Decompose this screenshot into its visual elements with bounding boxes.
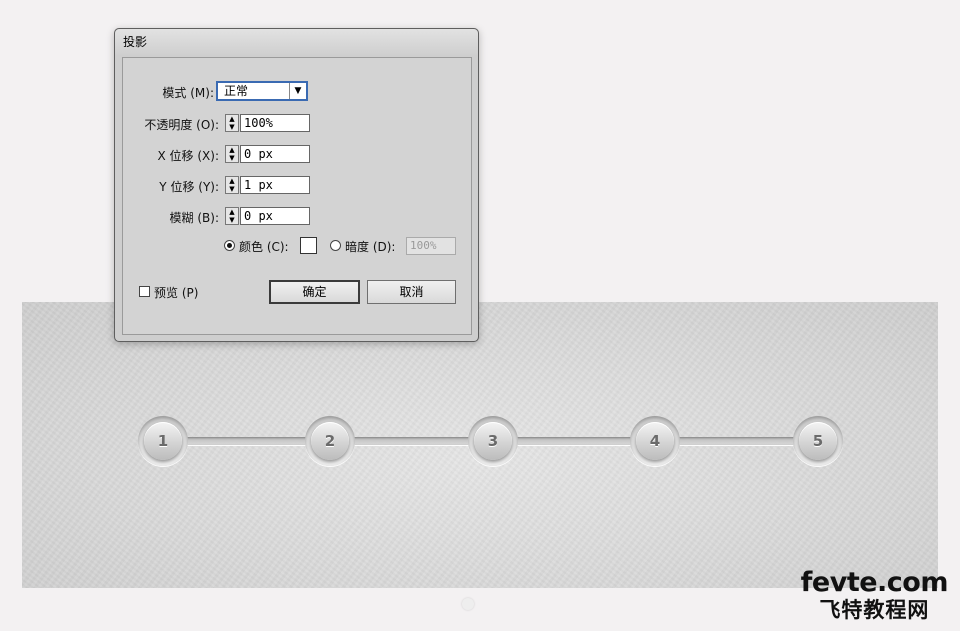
step-circle-2: 2 xyxy=(305,416,355,466)
y-offset-label: Y 位移 (Y): xyxy=(159,180,219,194)
preview-label: 预览 (P) xyxy=(154,286,199,300)
opacity-stepper-icon[interactable]: ▲ ▼ xyxy=(225,114,239,132)
step-number: 4 xyxy=(636,422,674,460)
y-offset-stepper-icon[interactable]: ▲ ▼ xyxy=(225,176,239,194)
watermark-url: fevte.com xyxy=(800,567,949,598)
mode-select[interactable]: 正常 ▼ xyxy=(216,81,308,101)
x-offset-label: X 位移 (X): xyxy=(157,149,219,163)
step-circle-1: 1 xyxy=(138,416,188,466)
darkness-input[interactable]: 100% xyxy=(406,237,456,255)
step-number: 3 xyxy=(474,422,512,460)
color-label: 颜色 (C): xyxy=(239,240,289,254)
step-circle-3: 3 xyxy=(468,416,518,466)
step-number: 1 xyxy=(144,422,182,460)
step-circle-5: 5 xyxy=(793,416,843,466)
cancel-button[interactable]: 取消 xyxy=(367,280,456,304)
color-radio[interactable] xyxy=(224,240,235,251)
watermark-logo: fevte.com 飞特教程网 xyxy=(800,567,949,623)
mode-label: 模式 (M): xyxy=(162,86,214,100)
step-circle-4: 4 xyxy=(630,416,680,466)
watermark-name: 飞特教程网 xyxy=(819,598,930,622)
opacity-input[interactable]: 100% xyxy=(240,114,310,132)
blur-label: 模糊 (B): xyxy=(169,211,219,225)
small-dot-marker xyxy=(462,598,474,610)
x-offset-stepper-icon[interactable]: ▲ ▼ xyxy=(225,145,239,163)
dialog-title: 投影 xyxy=(123,35,148,49)
chevron-down-icon[interactable]: ▼ xyxy=(289,83,306,99)
mode-select-value: 正常 xyxy=(224,84,249,98)
ok-button[interactable]: 确定 xyxy=(269,280,360,304)
opacity-label: 不透明度 (O): xyxy=(144,118,219,132)
blur-stepper-icon[interactable]: ▲ ▼ xyxy=(225,207,239,225)
dialog-titlebar[interactable]: 投影 xyxy=(115,29,478,55)
step-number: 2 xyxy=(311,422,349,460)
darkness-radio[interactable] xyxy=(330,240,341,251)
blur-input[interactable]: 0 px xyxy=(240,207,310,225)
x-offset-input[interactable]: 0 px xyxy=(240,145,310,163)
y-offset-input[interactable]: 1 px xyxy=(240,176,310,194)
step-number: 5 xyxy=(799,422,837,460)
drop-shadow-dialog: 投影 模式 (M): 正常 ▼ 不透明度 (O): ▲ ▼ 100% X 位移 (… xyxy=(114,28,479,342)
preview-checkbox[interactable] xyxy=(139,286,150,297)
color-swatch[interactable] xyxy=(300,237,317,254)
darkness-label: 暗度 (D): xyxy=(345,240,396,254)
